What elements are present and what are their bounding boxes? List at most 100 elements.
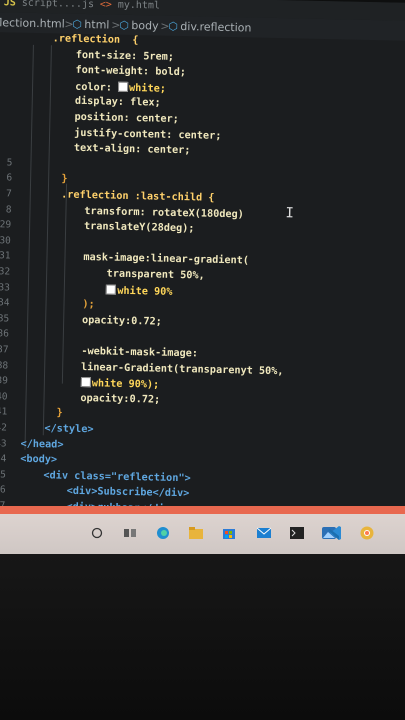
- tab-my-html[interactable]: my.html: [118, 0, 160, 12]
- color-swatch-icon[interactable]: [80, 377, 91, 388]
- line-number: 6: [6, 172, 13, 184]
- file-explorer-icon[interactable]: [189, 526, 203, 540]
- js-file-icon: JS: [3, 0, 16, 9]
- code-text: position: center;: [74, 111, 179, 125]
- color-swatch-icon[interactable]: [106, 284, 117, 295]
- code-line: white 90%: [106, 284, 173, 298]
- code-text: mask-image:linear-gradient(: [83, 252, 250, 267]
- breadcrumb-html[interactable]: html: [84, 18, 109, 32]
- code-text: </style>: [44, 423, 94, 436]
- line-number: [0, 110, 14, 111]
- code-text: linear-Gradient(transparenyt 50%,: [80, 361, 284, 377]
- code-line: display: flex;: [75, 96, 161, 109]
- line-number: 33: [0, 281, 10, 294]
- code-line: transform: rotateX(180deg): [84, 206, 244, 220]
- code-text: <body>: [20, 453, 58, 466]
- line-number: [0, 32, 15, 33]
- line-number: 38: [0, 359, 9, 372]
- code-text: font-size: 5rem;: [75, 49, 175, 63]
- code-line: font-weight: bold;: [75, 65, 186, 78]
- breadcrumb-div-reflection[interactable]: div.reflection: [180, 20, 251, 34]
- line-number: 36: [0, 328, 9, 340]
- vscode-icon[interactable]: [327, 526, 341, 540]
- search-circle-icon[interactable]: [90, 526, 104, 540]
- line-number: 46: [0, 484, 6, 496]
- code-editor[interactable]: .reflection { font-size: 5rem; font-weight…: [0, 32, 405, 523]
- monitor-screen: JS script....js <> my.html flection.html…: [0, 0, 405, 523]
- code-text: opacity:0.72;: [80, 392, 161, 406]
- code-line: <body>: [20, 454, 57, 466]
- line-number: 29: [0, 219, 12, 231]
- line-number: 45: [0, 468, 7, 481]
- code-text: justify-content: center;: [74, 127, 222, 142]
- code-line: }: [61, 174, 67, 185]
- mail-icon[interactable]: [257, 526, 271, 540]
- code-line: mask-image:linear-gradient(: [83, 252, 249, 266]
- code-text: </head>: [20, 438, 64, 451]
- code-text: -webkit-mask-image:: [81, 345, 199, 360]
- html-file-icon: <>: [99, 0, 112, 11]
- windows-taskbar: [0, 514, 405, 554]
- edge-browser-icon[interactable]: [156, 526, 170, 540]
- task-view-icon[interactable]: [123, 526, 137, 540]
- code-text: }: [56, 407, 63, 420]
- desk-background: [0, 554, 405, 720]
- code-line: <div class="reflection">: [43, 470, 190, 484]
- code-text: opacity:0.72;: [81, 314, 162, 328]
- line-number: 40: [0, 391, 8, 403]
- code-text: font-weight: bold;: [75, 64, 187, 79]
- line-number: 5: [6, 157, 13, 169]
- code-line: justify-content: center;: [74, 127, 221, 141]
- line-number: 44: [0, 453, 7, 465]
- html-element-icon: ⬡: [72, 17, 83, 31]
- code-line: <div>Subscribe</div>: [67, 486, 190, 500]
- chrome-icon[interactable]: [360, 526, 374, 540]
- indent-guide: [24, 44, 34, 450]
- div-element-icon: ⬡: [168, 19, 179, 33]
- code-text: <div>Subscribe</div>: [66, 486, 190, 500]
- line-number: [0, 94, 14, 95]
- line-number: 41: [0, 406, 8, 418]
- line-number: 31: [0, 250, 11, 262]
- code-line: </head>: [20, 438, 63, 450]
- code-text: white 90%: [117, 285, 173, 298]
- code-text: white;: [128, 82, 167, 95]
- code-text: display: flex;: [74, 96, 161, 109]
- code-text: .reflection :last-child {: [61, 189, 215, 204]
- color-swatch-icon[interactable]: [118, 81, 129, 92]
- code-line: );: [82, 299, 95, 310]
- line-number: 43: [0, 437, 7, 450]
- breadcrumb-body[interactable]: body: [131, 19, 158, 33]
- code-text: transparent 50%,: [106, 268, 205, 282]
- tab-script-js[interactable]: script....js: [22, 0, 94, 10]
- line-number: [0, 48, 15, 49]
- code-line: opacity:0.72;: [82, 315, 162, 328]
- line-number: 30: [0, 235, 11, 247]
- microsoft-store-icon[interactable]: [222, 526, 236, 540]
- terminal-icon[interactable]: [290, 526, 304, 540]
- breadcrumb-file[interactable]: flection.html: [0, 16, 65, 30]
- code-line: translateY(28deg);: [84, 221, 195, 234]
- code-line: -webkit-mask-image:: [81, 346, 198, 359]
- code-text: translateY(28deg);: [83, 221, 195, 235]
- code-text: <div class="reflection">: [43, 470, 191, 485]
- code-text: .reflection {: [52, 33, 139, 47]
- line-number: 7: [5, 188, 12, 200]
- code-text: white 90%);: [91, 378, 160, 391]
- indent-guide: [42, 45, 52, 436]
- code-line: .reflection {: [53, 33, 139, 46]
- code-line: </style>: [44, 423, 93, 435]
- code-line: opacity:0.72;: [80, 393, 160, 406]
- line-number: [0, 63, 15, 64]
- code-text: text-align: center;: [73, 142, 191, 157]
- line-number: [0, 141, 13, 142]
- line-number: 42: [0, 422, 8, 434]
- line-number: [0, 79, 14, 80]
- code-text: }: [61, 173, 68, 186]
- line-number: 8: [5, 203, 12, 216]
- code-text: );: [82, 299, 95, 311]
- code-text: color:: [75, 81, 119, 94]
- line-number: 37: [0, 344, 9, 356]
- line-number: 32: [0, 266, 11, 278]
- text-cursor-icon: I: [285, 205, 295, 222]
